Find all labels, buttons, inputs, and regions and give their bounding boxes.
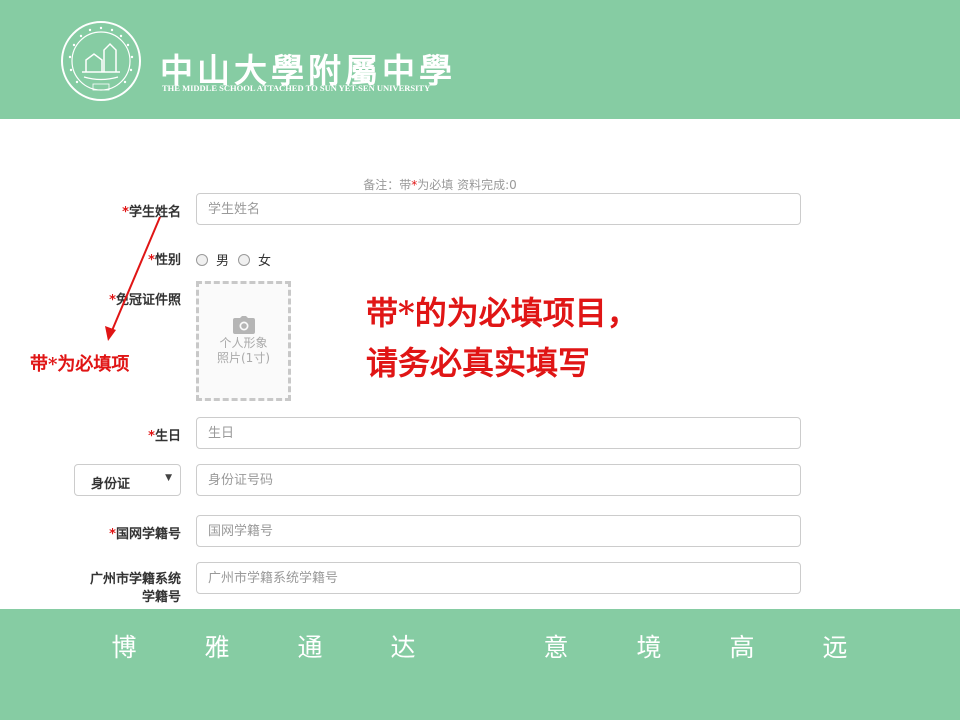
motto-char: 达 — [390, 633, 416, 662]
annotation-small: 带*为必填项 — [30, 354, 130, 375]
annotation-big-line-1: 带*的为必填项目， — [366, 294, 639, 332]
gender-option-male-label: 男 — [216, 254, 230, 269]
birthday-label-text: 生日 — [154, 429, 181, 444]
photo-line-2: 照片(1寸) — [217, 351, 270, 365]
motto-char: 远 — [822, 633, 848, 662]
required-star: * — [148, 429, 155, 444]
motto-char: 意 — [543, 633, 569, 662]
footer-banner — [0, 609, 960, 720]
form-note: 备注：带*为必填 资料完成:0 — [0, 176, 880, 193]
id-type-select[interactable]: 身份证 ▼ — [74, 464, 181, 496]
national-id-label-text: 国网学籍号 — [115, 527, 181, 542]
radio-circle-icon[interactable] — [196, 253, 208, 266]
radio-circle-icon[interactable] — [238, 253, 250, 266]
header-banner: 中山大學附屬中學 THE MIDDLE SCHOOL ATTACHED TO S… — [0, 0, 960, 119]
required-star: * — [109, 527, 116, 542]
camera-icon — [233, 316, 255, 338]
school-name-en: THE MIDDLE SCHOOL ATTACHED TO SUN YET-SE… — [162, 83, 431, 93]
motto-char: 境 — [636, 633, 662, 662]
national-id-input[interactable] — [196, 515, 801, 547]
dropdown-arrow-icon: ▼ — [165, 473, 172, 483]
note-prefix: 备注：带 — [363, 178, 412, 192]
birthday-input[interactable] — [196, 417, 801, 449]
birthday-label: *生日 — [60, 425, 181, 444]
gz-id-label-line-2: 学籍号 — [141, 590, 181, 605]
photo-placeholder-text: 个人形象 照片(1寸) — [199, 336, 288, 366]
gender-option-female-label: 女 — [258, 254, 272, 269]
id-type-value: 身份证 — [91, 477, 131, 492]
school-seal-icon — [60, 20, 142, 106]
student-name-input[interactable] — [196, 193, 801, 225]
id-number-input[interactable] — [196, 464, 801, 496]
gz-id-label: 广州市学籍系统 学籍号 — [60, 571, 181, 607]
gender-option-female[interactable]: 女 — [238, 250, 271, 269]
note-suffix: 为必填 资料完成:0 — [417, 178, 517, 192]
gender-option-male[interactable]: 男 — [196, 250, 229, 269]
photo-line-1: 个人形象 — [219, 336, 268, 350]
motto-char: 高 — [729, 633, 755, 662]
national-id-label: *国网学籍号 — [60, 523, 181, 542]
motto-char: 博 — [111, 633, 137, 662]
annotation-arrow-icon — [105, 216, 161, 341]
gz-id-input[interactable] — [196, 562, 801, 594]
motto-char: 雅 — [204, 633, 230, 662]
photo-upload-box[interactable]: 个人形象 照片(1寸) — [196, 281, 291, 401]
motto-char: 通 — [297, 633, 323, 662]
gz-id-label-line-1: 广州市学籍系统 — [89, 572, 181, 587]
annotation-big-line-2: 请务必真实填写 — [366, 344, 591, 382]
